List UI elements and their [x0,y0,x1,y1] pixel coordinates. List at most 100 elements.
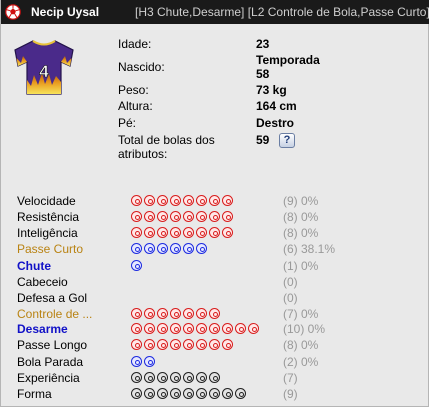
attribute-ball-icon [209,195,220,206]
attribute-ball-icon [209,211,220,222]
help-button[interactable]: ? [279,133,295,148]
attribute-ball-icon [144,372,155,383]
attribute-ball-icon [157,308,168,319]
attribute-ball-icon [144,211,155,222]
shirt-number: 4 [39,62,49,81]
attribute-ball-icon [209,372,220,383]
attribute-ball-icon [170,243,181,254]
attribute-label: Forma [17,387,52,401]
attribute-ball-icon [170,372,181,383]
attribute-ball-icon [144,339,155,350]
attribute-ball-icon [196,323,207,334]
attribute-ball-icon [183,308,194,319]
attribute-ball-icon [144,388,155,399]
attribute-row-bola-parada: Bola Parada (2) 0% [1,354,429,370]
born-value-line1: Temporada [256,53,320,67]
attribute-row-passe-longo: Passe Longo (8) 0% [1,337,429,353]
attribute-ball-icon [222,195,233,206]
attribute-value: (1) 0% [283,259,319,273]
foot-label: Pé: [118,116,137,130]
attribute-row-inteligencia: Inteligência (8) 0% [1,225,429,241]
attribute-ball-icon [144,323,155,334]
attribute-label: Inteligência [17,226,78,240]
attribute-row-forma: Forma (9) [1,386,429,402]
attribute-value: (9) 0% [283,194,319,208]
attribute-label: Controle de ... [17,307,93,321]
attribute-row-chute: Chute (1) 0% [1,258,429,274]
shirt-icon: 4 [14,40,74,95]
attribute-ball-icon [196,339,207,350]
title-bar: Necip Uysal [H3 Chute,Desarme] [L2 Contr… [1,0,429,24]
attribute-value: (8) 0% [283,338,319,352]
age-label: Idade: [118,37,152,51]
attribute-value: (0) [283,291,298,305]
attribute-ball-icon [196,243,207,254]
attribute-ball-icon [131,211,142,222]
attribute-ball-icon [131,260,142,271]
foot-value: Destro [256,116,295,130]
attribute-label: Experiência [17,371,80,385]
player-card: Necip Uysal [H3 Chute,Desarme] [L2 Contr… [0,0,429,407]
weight-label: Peso: [118,83,149,97]
attribute-row-resistencia: Resistência (8) 0% [1,209,429,225]
attribute-ball-icon [183,211,194,222]
attribute-label: Velocidade [17,194,76,208]
attribute-ball-icon [183,227,194,238]
attribute-ball-icon [209,339,220,350]
attribute-ball-icon [170,323,181,334]
attribute-ball-icon [131,339,142,350]
age-value: 23 [256,37,270,51]
attribute-label: Passe Curto [17,242,84,256]
attribute-ball-icon [131,243,142,254]
attribute-value: (10) 0% [283,322,326,336]
attribute-ball-icon [170,388,181,399]
player-special-skills: [H3 Chute,Desarme] [L2 Controle de Bola,… [135,5,429,19]
attribute-ball-icon [157,243,168,254]
attribute-ball-icon [131,356,142,367]
attribute-ball-icon [222,323,233,334]
attribute-ball-icon [209,227,220,238]
total-balls-label-line2: atributos: [118,147,168,161]
attribute-label: Resistência [17,210,80,224]
attribute-ball-icon [170,308,181,319]
attribute-row-cabeceio: Cabeceio (0) [1,274,429,290]
attribute-ball-icon [144,356,155,367]
attribute-ball-icon [196,388,207,399]
height-label: Altura: [118,99,153,113]
attribute-ball-icon [196,227,207,238]
attribute-ball-icon [183,372,194,383]
attribute-ball-icon [222,227,233,238]
football-icon [5,4,21,20]
attribute-label: Bola Parada [17,355,84,369]
attribute-value: (0) [283,275,298,289]
attribute-ball-icon [157,211,168,222]
attribute-row-defesa-a-gol: Defesa a Gol (0) [1,290,429,306]
attribute-ball-icon [157,339,168,350]
attribute-label: Cabeceio [17,275,68,289]
attribute-value: (7) 0% [283,307,319,321]
attribute-value: (9) [283,387,298,401]
attribute-ball-icon [183,243,194,254]
attribute-ball-icon [222,388,233,399]
attribute-ball-icon [209,308,220,319]
attribute-ball-icon [131,372,142,383]
attribute-ball-icon [157,323,168,334]
attribute-value: (8) 0% [283,210,319,224]
attribute-ball-icon [144,243,155,254]
attribute-ball-icon [131,195,142,206]
attribute-ball-icon [144,227,155,238]
attribute-ball-icon [183,339,194,350]
attribute-ball-icon [157,372,168,383]
attribute-ball-icon [209,323,220,334]
attribute-ball-icon [222,339,233,350]
weight-value: 73 kg [256,83,287,97]
attribute-row-velocidade: Velocidade (9) 0% [1,193,429,209]
attribute-value: (6) 38.1% [283,242,336,256]
attribute-label: Passe Longo [17,338,88,352]
attribute-ball-icon [170,339,181,350]
attribute-ball-icon [235,388,246,399]
attribute-value: (8) 0% [283,226,319,240]
attribute-value: (2) 0% [283,355,319,369]
attribute-row-passe-curto: Passe Curto (6) 38.1% [1,241,429,257]
attribute-ball-icon [196,372,207,383]
